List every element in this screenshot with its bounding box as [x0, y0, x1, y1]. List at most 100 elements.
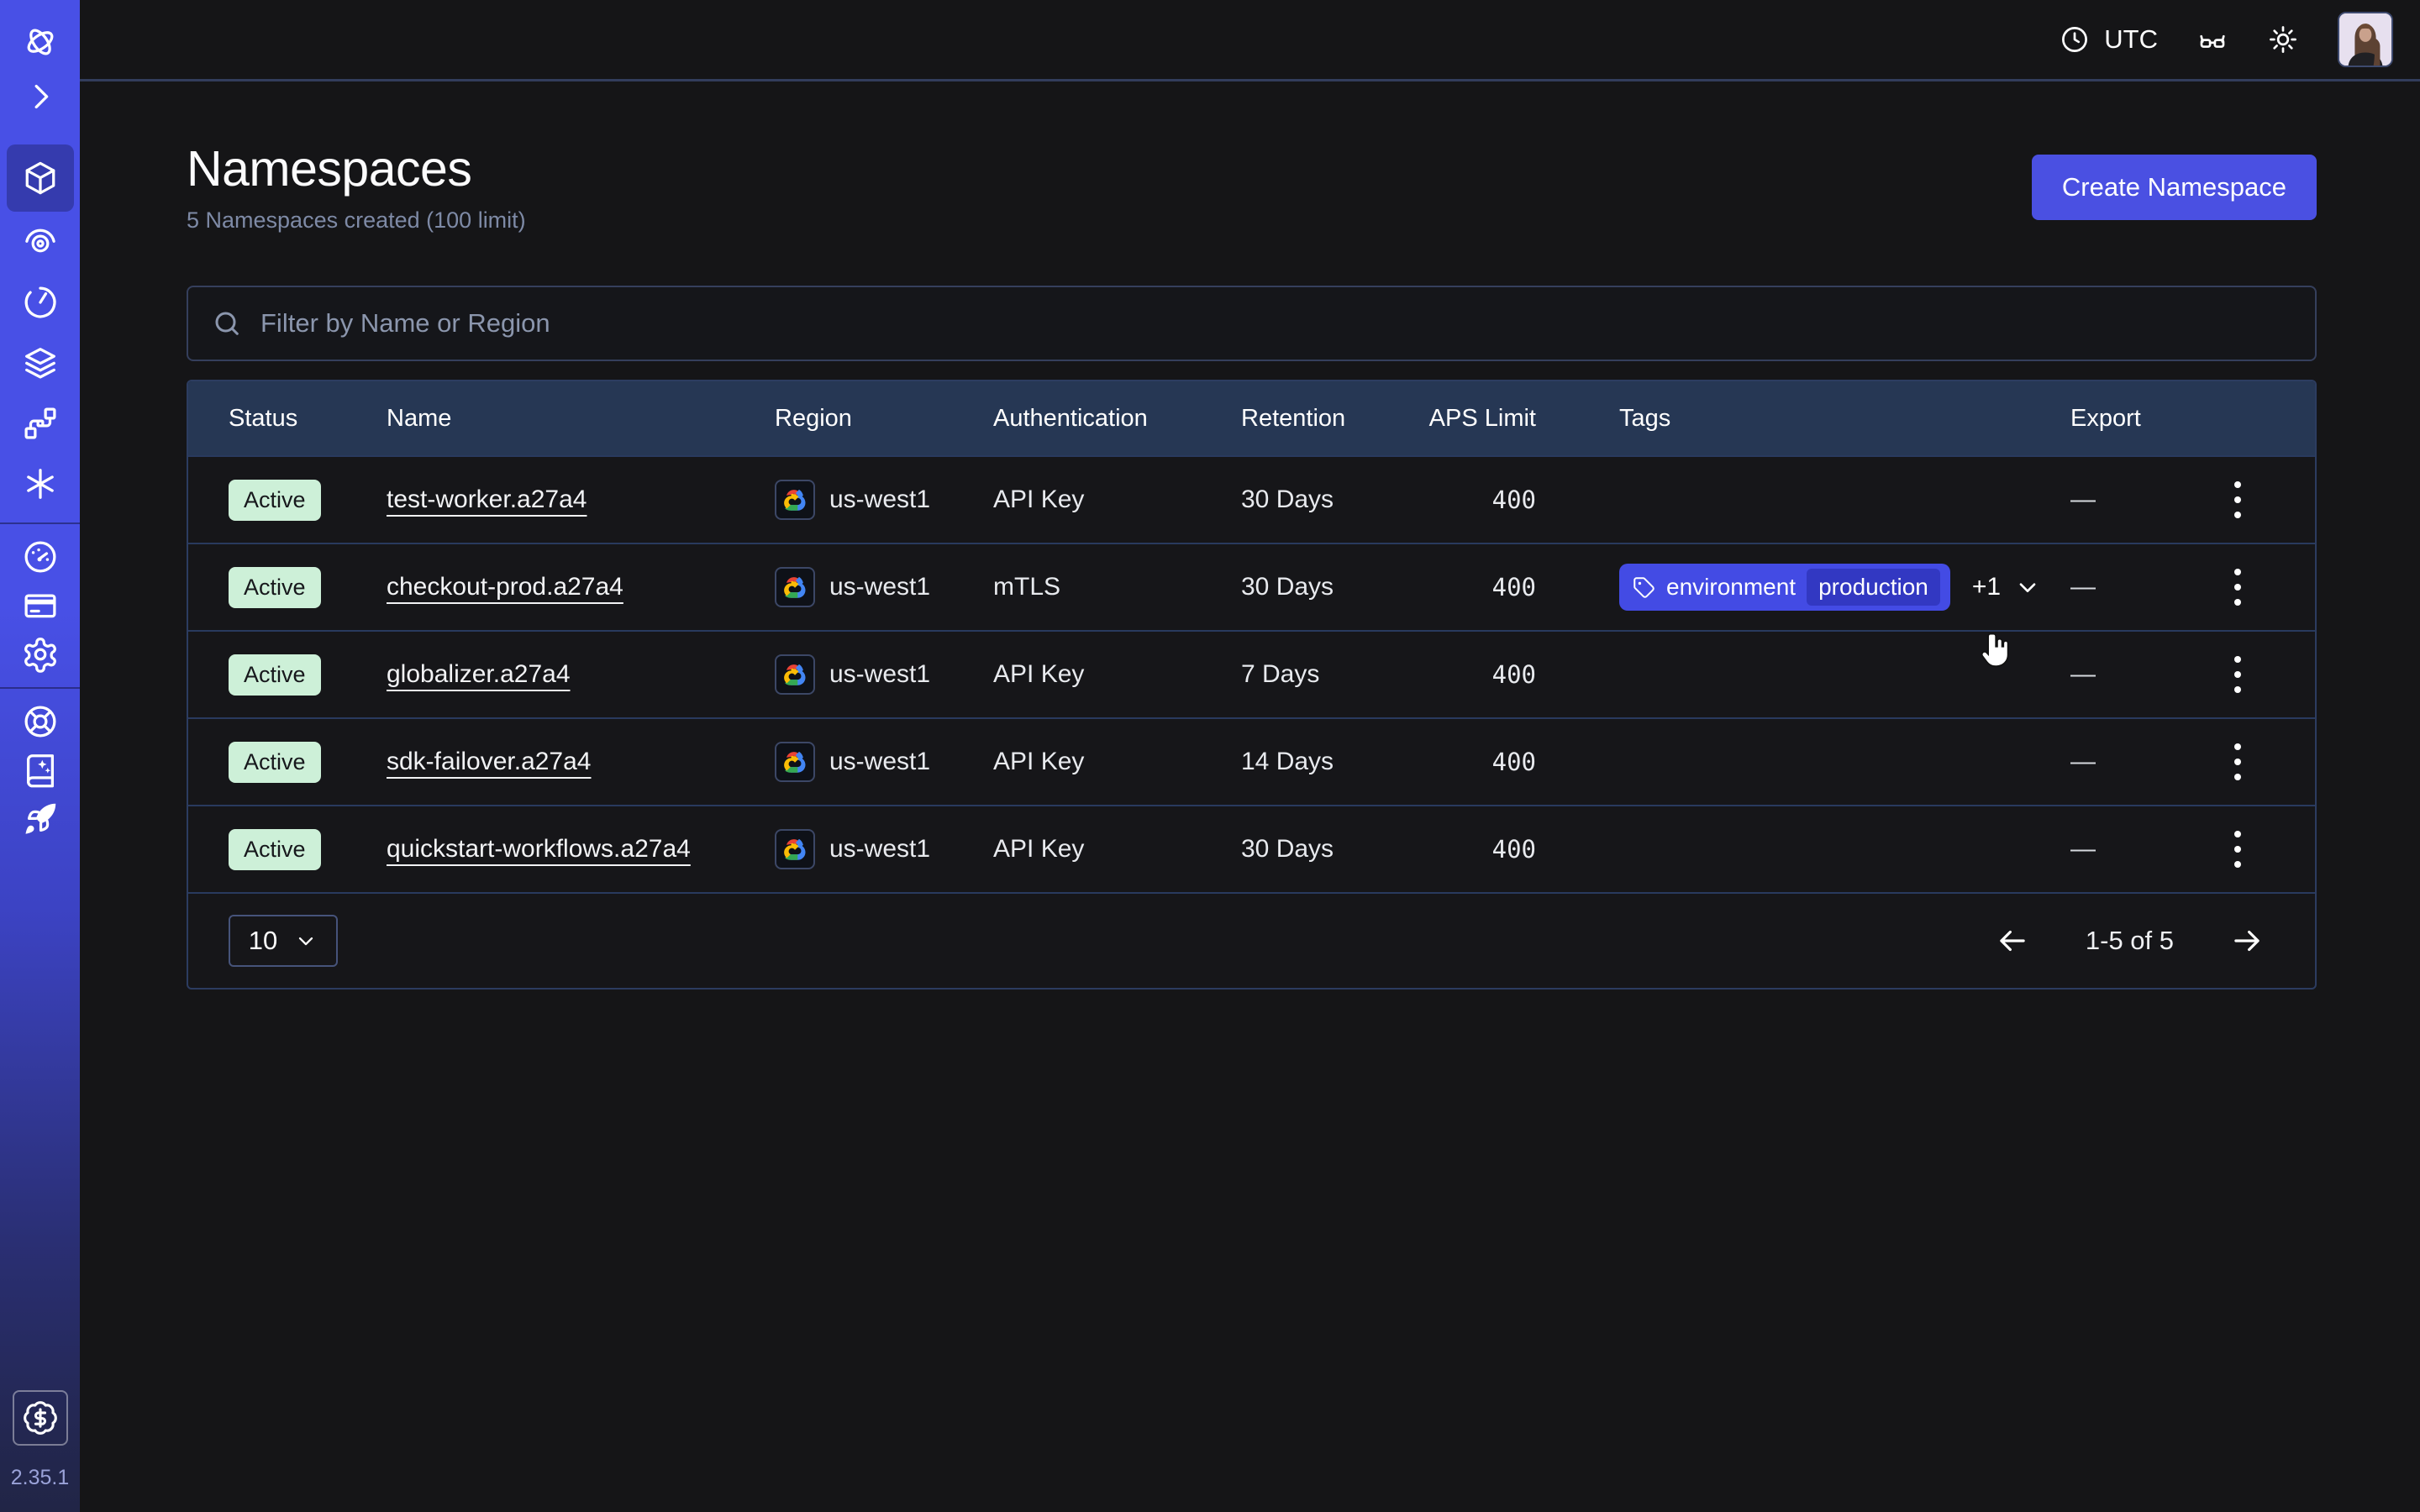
filter-input[interactable]: [260, 308, 2291, 339]
gcp-icon: [782, 487, 808, 512]
kebab-dot: [2234, 671, 2241, 678]
aps-limit-value: 400: [1492, 835, 1536, 864]
branch-icon: [21, 404, 60, 443]
main-area: UTC: [80, 0, 2420, 1512]
table-row: Active globalizer.a27a4 us-west1 API Key…: [188, 630, 2315, 717]
kebab-dot: [2234, 512, 2241, 518]
status-badge: Active: [229, 654, 321, 696]
status-badge: Active: [229, 742, 321, 783]
gcp-icon: [782, 837, 808, 862]
chevron-down-icon: [294, 929, 318, 953]
namespace-link[interactable]: globalizer.a27a4: [387, 660, 571, 689]
tag-pill[interactable]: environment production: [1619, 564, 1950, 611]
retention-period: 30 Days: [1241, 835, 1334, 864]
cube-icon: [21, 159, 60, 197]
kebab-dot: [2234, 759, 2241, 765]
region-label: us-west1: [829, 573, 930, 601]
kebab-dot: [2234, 569, 2241, 575]
aps-limit-value: 400: [1492, 660, 1536, 689]
aps-limit-value: 400: [1492, 573, 1536, 601]
chevron-down-icon: [2014, 574, 2041, 601]
timer-icon: [21, 283, 60, 322]
auth-method: API Key: [993, 748, 1084, 776]
kebab-dot: [2234, 481, 2241, 488]
status-badge: Active: [229, 567, 321, 608]
sidebar-divider: [0, 687, 80, 689]
labs-toggle-button[interactable]: [2196, 24, 2228, 55]
column-header-region: Region: [775, 405, 993, 433]
region-label: us-west1: [829, 748, 930, 776]
retention-period: 7 Days: [1241, 660, 1319, 689]
status-badge: Active: [229, 480, 321, 521]
kebab-dot: [2234, 584, 2241, 591]
region-label: us-west1: [829, 486, 930, 514]
previous-page-button[interactable]: [1995, 923, 2030, 958]
column-header-tags: Tags: [1619, 405, 2070, 433]
sidebar-item-getting-started[interactable]: [7, 795, 74, 843]
sidebar-item-billing[interactable]: [7, 581, 74, 630]
column-header-authentication: Authentication: [993, 405, 1241, 433]
tag-value: production: [1807, 569, 1940, 606]
sidebar-item-deployments[interactable]: [7, 333, 74, 393]
column-header-export: Export: [2070, 405, 2180, 433]
column-header-status: Status: [229, 405, 387, 433]
temporal-logo-icon: [21, 23, 60, 61]
tags-more-count: +1: [1972, 573, 2001, 601]
namespace-link[interactable]: checkout-prod.a27a4: [387, 573, 623, 601]
sidebar-item-settings[interactable]: [7, 630, 74, 679]
create-namespace-button[interactable]: Create Namespace: [2032, 155, 2317, 220]
sidebar-expand-button[interactable]: [7, 72, 74, 121]
sidebar-item-docs[interactable]: [7, 746, 74, 795]
region-provider-chip: [775, 654, 815, 695]
sidebar-item-insights[interactable]: [7, 212, 74, 272]
table-row: Active checkout-prod.a27a4 us-west1 mTLS…: [188, 543, 2315, 630]
sidebar-item-usage[interactable]: [7, 533, 74, 581]
column-header-name: Name: [387, 405, 775, 433]
region-label: us-west1: [829, 835, 930, 864]
retention-period: 30 Days: [1241, 573, 1334, 601]
user-avatar[interactable]: [2338, 12, 2393, 67]
row-actions-menu-button[interactable]: [2226, 473, 2249, 527]
sidebar-item-nexus[interactable]: [7, 454, 74, 514]
export-value: —: [2070, 486, 2096, 514]
sidebar-item-schedules[interactable]: [7, 272, 74, 333]
page-title: Namespaces: [187, 140, 526, 197]
table-body: Active test-worker.a27a4 us-west1 API Ke…: [188, 455, 2315, 892]
tag-icon: [1633, 576, 1655, 599]
sidebar-item-support[interactable]: [7, 697, 74, 746]
namespace-link[interactable]: test-worker.a27a4: [387, 486, 587, 514]
namespace-link[interactable]: sdk-failover.a27a4: [387, 748, 592, 776]
export-value: —: [2070, 835, 2096, 864]
gear-icon: [21, 635, 60, 674]
theme-toggle-button[interactable]: [2267, 24, 2299, 55]
row-actions-menu-button[interactable]: [2226, 648, 2249, 701]
row-actions-menu-button[interactable]: [2226, 560, 2249, 614]
temporal-logo[interactable]: [7, 12, 74, 72]
tags-group: environment production +1: [1619, 564, 2041, 611]
chevron-right-icon: [21, 77, 60, 116]
region-provider-chip: [775, 742, 815, 782]
page-size-select[interactable]: 10: [229, 915, 338, 967]
column-header-retention: Retention: [1241, 405, 1409, 433]
sidebar-item-batch-operations[interactable]: [7, 393, 74, 454]
kebab-dot: [2234, 656, 2241, 663]
namespace-link[interactable]: quickstart-workflows.a27a4: [387, 835, 691, 864]
row-actions-menu-button[interactable]: [2226, 735, 2249, 789]
row-actions-menu-button[interactable]: [2226, 822, 2249, 876]
title-row: Namespaces 5 Namespaces created (100 lim…: [187, 140, 2317, 234]
tags-expand-button[interactable]: [2014, 574, 2041, 601]
timezone-selector[interactable]: UTC: [2059, 24, 2158, 55]
auth-method: mTLS: [993, 573, 1060, 601]
sidebar-item-namespaces[interactable]: [7, 144, 74, 212]
auth-method: API Key: [993, 486, 1084, 514]
kebab-dot: [2234, 861, 2241, 868]
topbar: UTC: [80, 0, 2420, 81]
cost-estimator-button[interactable]: [13, 1390, 68, 1446]
region-label: us-west1: [829, 660, 930, 689]
export-value: —: [2070, 573, 2096, 601]
export-value: —: [2070, 660, 2096, 689]
next-page-button[interactable]: [2229, 923, 2265, 958]
pagination: 1-5 of 5: [1995, 923, 2265, 958]
sun-icon: [2267, 24, 2299, 55]
table-footer: 10 1-5 of 5: [188, 892, 2315, 988]
